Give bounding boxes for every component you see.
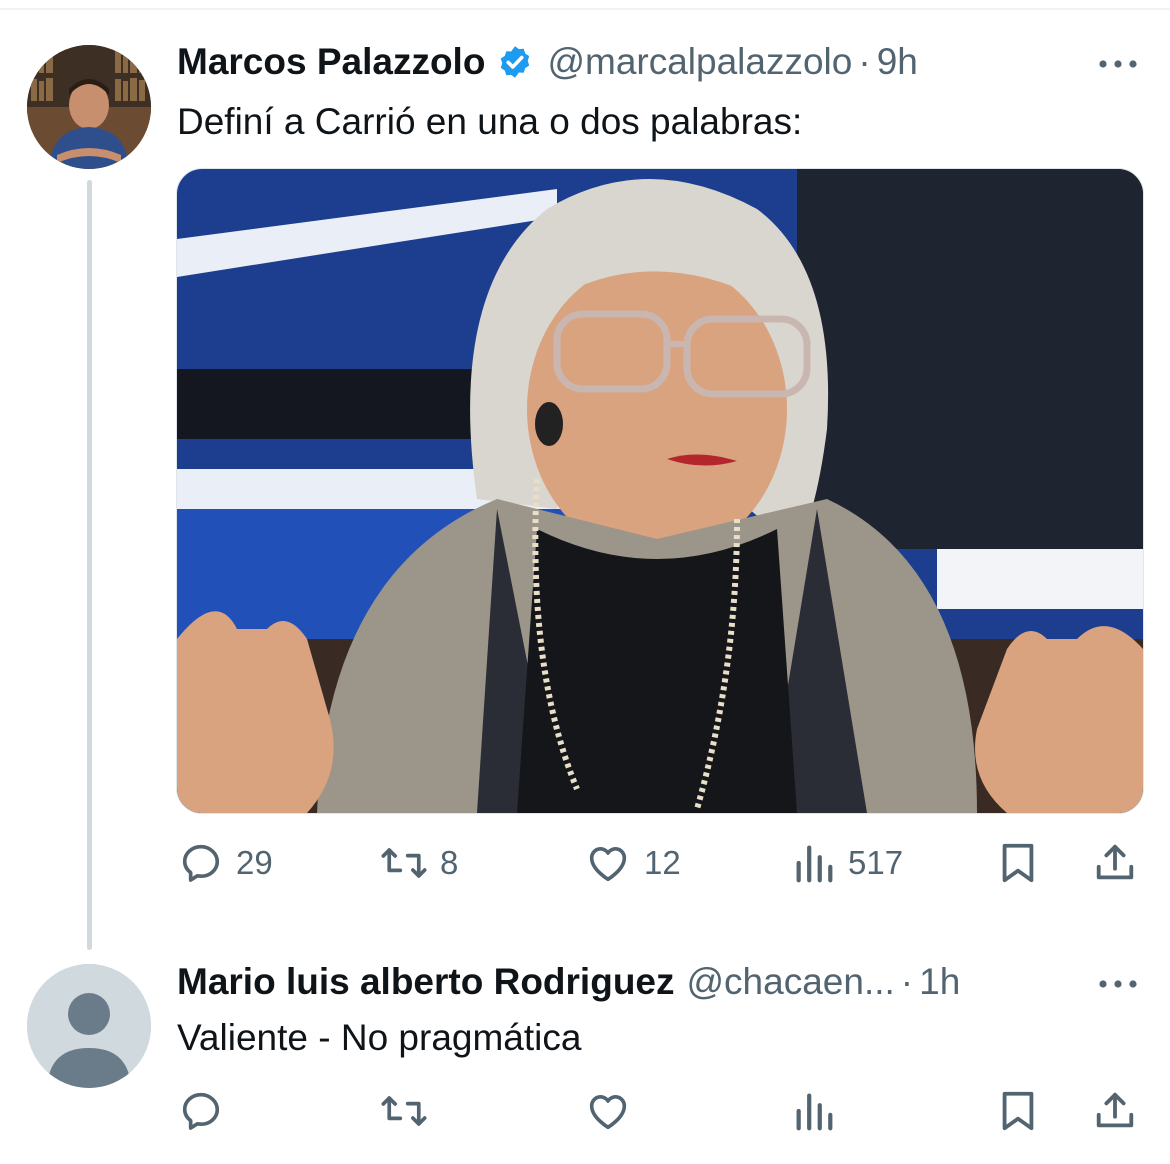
like-icon <box>589 1095 627 1130</box>
views-icon <box>796 845 833 883</box>
like-button[interactable]: 12 <box>584 840 681 886</box>
author-avatar[interactable] <box>27 45 151 169</box>
tweet-image[interactable] <box>176 168 1144 814</box>
reply-count: 29 <box>236 844 273 881</box>
tweet-actions: 29 8 12 517 <box>0 832 1170 892</box>
repost-icon <box>381 848 427 878</box>
reply-icon <box>182 844 220 882</box>
reply-repost-button[interactable] <box>380 1088 428 1134</box>
reply-reply-button[interactable] <box>178 1088 224 1134</box>
reply-like-button[interactable] <box>584 1088 632 1134</box>
avatar-photo <box>27 45 151 169</box>
reply-bookmark-button[interactable] <box>996 1088 1040 1134</box>
reply-author-avatar[interactable] <box>27 964 151 1088</box>
reply-share-button[interactable] <box>1092 1088 1138 1134</box>
verified-badge-icon <box>501 46 530 78</box>
like-icon <box>589 847 627 882</box>
tweet-text: Definí a Carrió en una o dos palabras: <box>177 101 803 142</box>
views-icon <box>796 1093 833 1131</box>
reply-header: Mario luis alberto Rodriguez @chacaen...… <box>177 960 960 1004</box>
reply-more-icon[interactable] <box>1096 974 1140 994</box>
reply-separator-dot: · <box>900 961 914 1002</box>
views-count: 517 <box>848 844 904 881</box>
tweet-photo <box>177 169 1143 813</box>
separator-dot: · <box>858 41 871 82</box>
author-handle[interactable]: @marcalpalazzolo <box>547 40 852 84</box>
share-icon <box>1096 844 1134 880</box>
tweet-header: Marcos Palazzolo @marcalpalazzolo · 9h <box>177 40 918 84</box>
reply-author-name[interactable]: Mario luis alberto Rodriguez <box>177 960 675 1004</box>
tweet-timestamp[interactable]: 9h <box>877 40 918 84</box>
bookmark-button[interactable] <box>996 840 1040 886</box>
reply-actions <box>0 1082 1170 1142</box>
reply-text: Valiente - No pragmática <box>177 1017 582 1058</box>
reply-views-button[interactable] <box>792 1088 836 1134</box>
reply-author-handle[interactable]: @chacaen... <box>687 960 895 1004</box>
repost-count: 8 <box>440 844 459 881</box>
repost-button[interactable]: 8 <box>380 840 458 886</box>
share-icon <box>1096 1092 1134 1128</box>
bookmark-icon <box>1002 843 1034 883</box>
share-button[interactable] <box>1092 840 1138 886</box>
reply-timestamp[interactable]: 1h <box>919 960 960 1004</box>
top-divider <box>0 8 1170 10</box>
repost-icon <box>381 1096 427 1126</box>
views-button[interactable]: 517 <box>792 840 903 886</box>
more-icon[interactable] <box>1096 54 1140 74</box>
reply-icon <box>182 1092 220 1130</box>
default-avatar-icon <box>27 964 151 1088</box>
bookmark-icon <box>1002 1091 1034 1131</box>
author-name[interactable]: Marcos Palazzolo <box>177 40 485 84</box>
reply-button[interactable]: 29 <box>178 840 273 886</box>
like-count: 12 <box>644 844 681 881</box>
